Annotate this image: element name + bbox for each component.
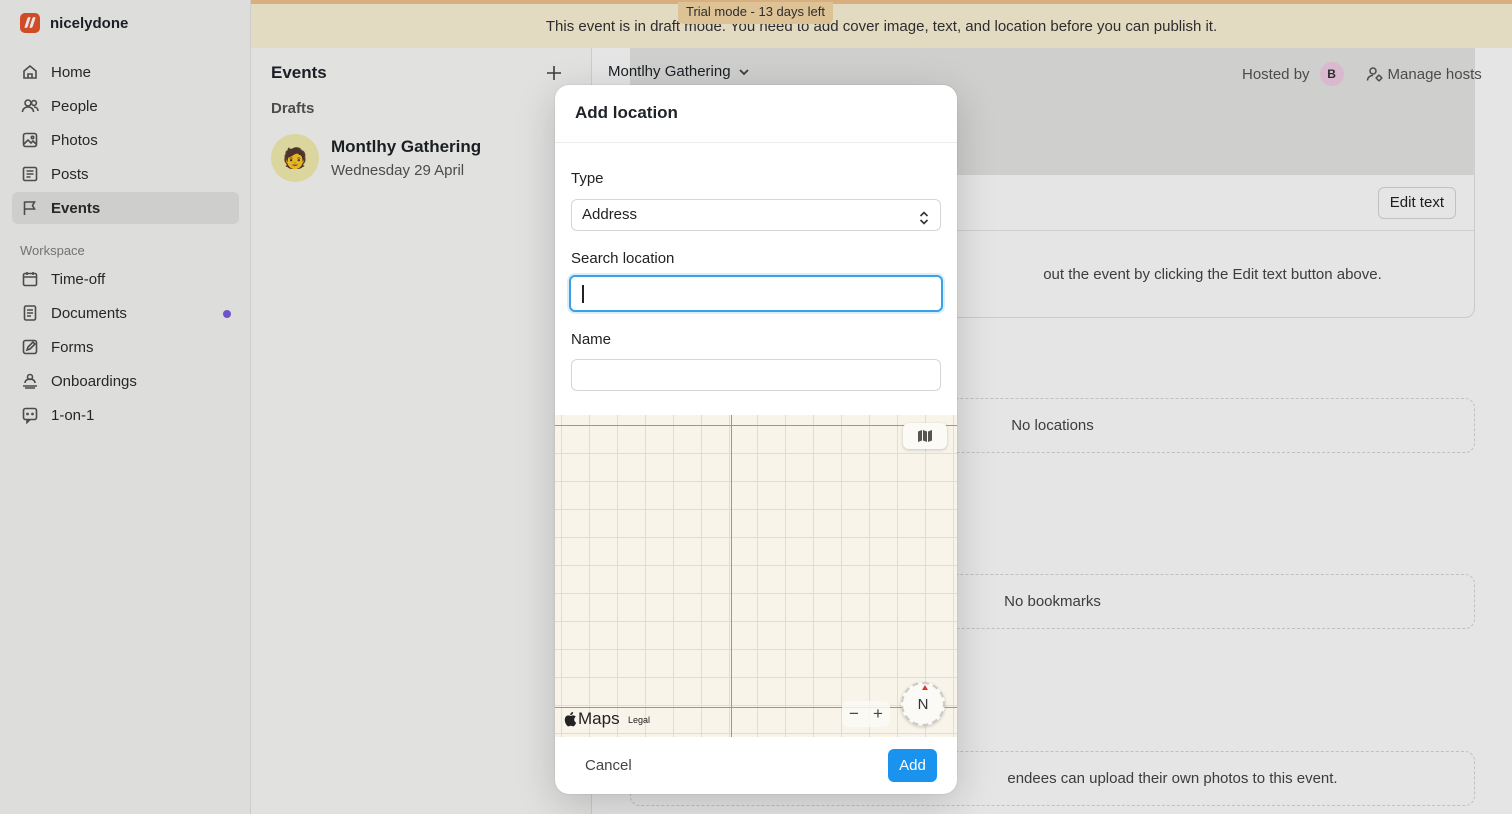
updown-chevron-icon bbox=[918, 207, 930, 225]
map-icon bbox=[918, 430, 932, 442]
type-select[interactable]: Address bbox=[571, 199, 941, 231]
add-button[interactable]: Add bbox=[888, 749, 937, 782]
compass-label: N bbox=[917, 695, 929, 713]
compass-north-indicator bbox=[922, 685, 928, 690]
map-road bbox=[555, 707, 957, 708]
map-mode-button[interactable] bbox=[903, 423, 947, 449]
type-select-value: Address bbox=[582, 206, 638, 223]
zoom-out-button[interactable]: − bbox=[849, 704, 859, 724]
maps-brand: Maps bbox=[578, 709, 620, 728]
compass-button[interactable]: N bbox=[901, 682, 945, 726]
location-name-input[interactable] bbox=[571, 359, 941, 391]
name-label: Name bbox=[571, 331, 612, 348]
apple-icon bbox=[564, 711, 577, 727]
dialog-title: Add location bbox=[575, 103, 678, 122]
dialog-divider bbox=[555, 142, 957, 143]
map-view[interactable]: Maps Legal − + N bbox=[555, 415, 957, 737]
cancel-button[interactable]: Cancel bbox=[575, 749, 642, 781]
zoom-in-button[interactable]: + bbox=[873, 704, 883, 724]
legal-link[interactable]: Legal bbox=[628, 715, 650, 725]
type-label: Type bbox=[571, 170, 604, 187]
search-location-input[interactable] bbox=[569, 275, 943, 312]
apple-maps-logo: Maps bbox=[563, 709, 620, 729]
map-road bbox=[555, 425, 957, 426]
map-road bbox=[731, 415, 732, 737]
text-caret bbox=[582, 285, 584, 303]
zoom-control: − + bbox=[842, 701, 890, 727]
add-location-dialog: Add location Type Address Search locatio… bbox=[555, 85, 957, 794]
search-location-label: Search location bbox=[571, 250, 675, 267]
